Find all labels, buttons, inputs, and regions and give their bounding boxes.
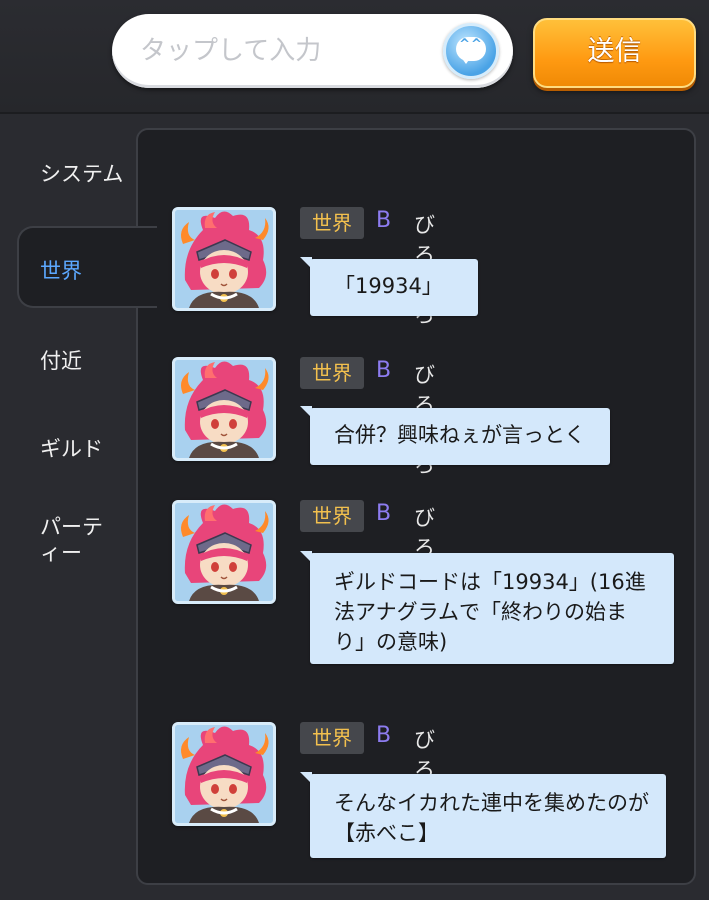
message-input-wrapper: ^^ <box>112 14 513 88</box>
channel-badge: 世界 <box>300 500 364 532</box>
user-avatar[interactable] <box>172 500 276 604</box>
tab-nearby[interactable]: 付近 <box>40 345 82 375</box>
tab-party[interactable]: パーティー <box>40 514 120 566</box>
tab-guild[interactable]: ギルド <box>40 433 103 463</box>
channel-badge: 世界 <box>300 357 364 389</box>
user-avatar[interactable] <box>172 357 276 461</box>
send-button[interactable]: 送信 <box>533 18 696 88</box>
smile-face-icon: ^^ <box>459 37 483 52</box>
rank-label: B <box>376 723 392 748</box>
rank-label: B <box>376 501 392 526</box>
channel-badge: 世界 <box>300 722 364 754</box>
tab-system[interactable]: システム <box>40 158 123 188</box>
channel-badge: 世界 <box>300 207 364 239</box>
tab-panel-join <box>135 228 141 306</box>
message-bubble: 合併？興味ねぇが言っとく <box>300 406 610 465</box>
speech-bubble-tail <box>461 57 471 64</box>
tab-world[interactable]: 世界 <box>40 255 82 285</box>
emoji-button[interactable]: ^^ <box>443 23 499 79</box>
message-bubble: ギルドコードは「19934」(16進法アナグラムで「終わりの始まり」の意味) <box>300 551 674 664</box>
rank-label: B <box>376 208 392 233</box>
user-avatar[interactable] <box>172 207 276 311</box>
chat-input-bar: ^^ 送信 <box>0 0 709 114</box>
user-avatar[interactable] <box>172 722 276 826</box>
message-input[interactable] <box>138 30 442 72</box>
rank-label: B <box>376 358 392 383</box>
message-bubble: 「19934」 <box>300 257 478 316</box>
message-bubble: そんなイカれた連中を集めたのが【赤べこ】 <box>300 772 666 858</box>
